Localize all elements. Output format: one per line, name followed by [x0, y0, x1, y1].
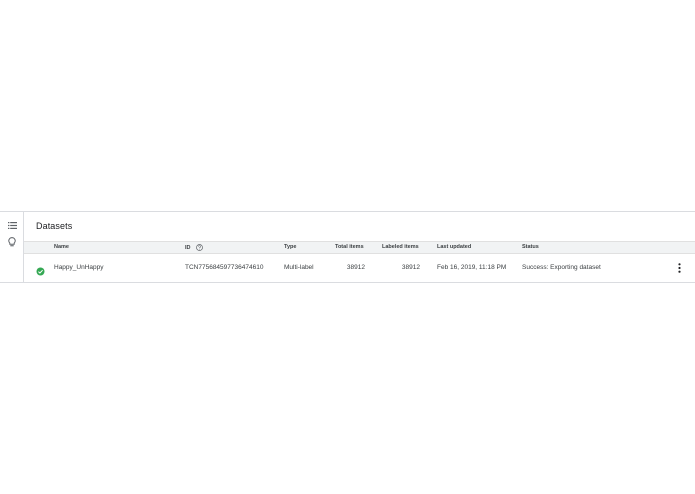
dataset-last-updated: Feb 16, 2019, 11:18 PM	[437, 264, 507, 271]
column-header-total-items[interactable]: Total items	[335, 244, 364, 250]
column-header-labeled-items[interactable]: Labeled items	[382, 244, 419, 250]
dataset-name[interactable]: Happy_UnHappy	[54, 264, 104, 271]
side-rail	[0, 212, 24, 282]
column-header-status[interactable]: Status	[522, 244, 539, 250]
more-vert-icon[interactable]	[674, 262, 684, 274]
dataset-status: Success: Exporting dataset	[522, 264, 601, 271]
dataset-labeled-items: 38912	[401, 264, 420, 271]
datasets-panel: Datasets Name ID Type Total items Labele…	[0, 211, 695, 283]
column-header-type[interactable]: Type	[284, 244, 296, 250]
lightbulb-icon[interactable]	[4, 234, 20, 250]
dataset-id: TCN775684597736474610	[185, 264, 264, 271]
main-content: Datasets Name ID Type Total items Labele…	[24, 212, 695, 282]
dataset-type: Multi-label	[284, 264, 314, 271]
table-row[interactable]: Happy_UnHappy TCN775684597736474610 Mult…	[24, 254, 695, 282]
column-header-last-updated[interactable]: Last updated	[437, 244, 471, 250]
dataset-total-items: 38912	[346, 264, 365, 271]
list-icon[interactable]	[4, 217, 20, 233]
table-header: Name ID Type Total items Labeled items L…	[24, 241, 695, 254]
check-circle-icon	[36, 263, 45, 276]
help-circle-icon[interactable]	[196, 244, 203, 251]
column-header-id-label: ID	[185, 244, 191, 251]
column-header-id[interactable]: ID	[185, 244, 203, 251]
page-title: Datasets	[36, 221, 73, 231]
column-header-name[interactable]: Name	[54, 244, 69, 250]
